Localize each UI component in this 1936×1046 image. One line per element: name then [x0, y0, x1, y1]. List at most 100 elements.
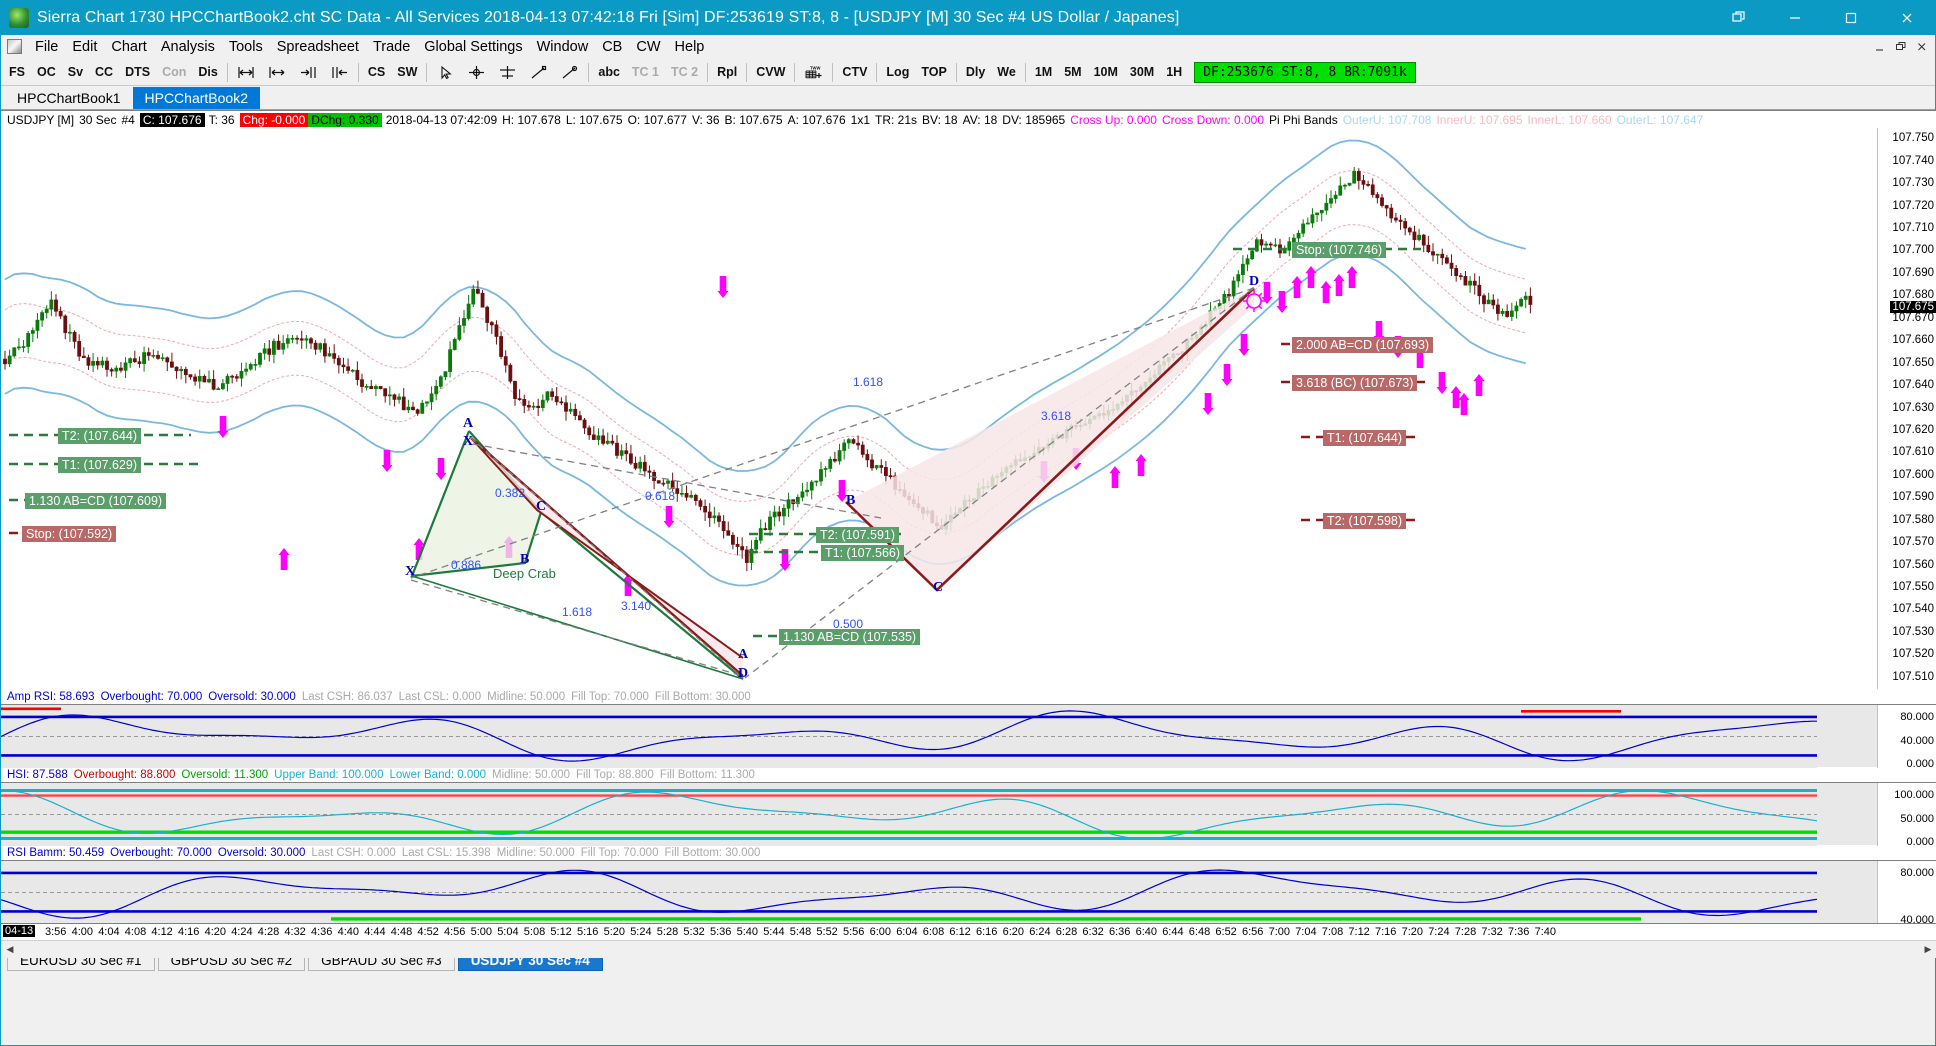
toolbar-we-button[interactable]: We — [992, 60, 1021, 84]
icon-tww-grid-button[interactable]: TWW — [799, 60, 829, 84]
toolbar-dts-button[interactable]: DTS — [120, 60, 156, 84]
icon-crosshair-button[interactable] — [462, 60, 492, 84]
menu-item-trade[interactable]: Trade — [366, 37, 417, 57]
toolbar-10m-button[interactable]: 10M — [1088, 60, 1123, 84]
toolbar-top-button[interactable]: TOP — [916, 60, 952, 84]
fib-ratio-label: 1.618 — [562, 605, 593, 619]
menu-item-edit[interactable]: Edit — [65, 37, 104, 57]
mdi-minimize-button[interactable] — [1870, 38, 1889, 55]
toolbar-ctv-button[interactable]: CTV — [837, 60, 873, 84]
study-header-rsi-bamm: RSI Bamm: 50.459 Overbought: 70.000 Overso… — [1, 845, 1936, 860]
pattern-level-label[interactable]: Stop: (107.746) — [1292, 242, 1387, 258]
pattern-level-label[interactable]: T1: (107.644) — [1323, 430, 1407, 446]
study-field: Fill Bottom: 30.000 — [654, 690, 751, 703]
menu-item-cb[interactable]: CB — [595, 37, 629, 57]
study-field: Last CSH: 0.000 — [311, 846, 396, 859]
study-body-amp-rsi[interactable]: 80.000 40.000 0.000 — [1, 704, 1936, 770]
price-tick: 107.750 — [1892, 132, 1934, 145]
dl-ask: A: 107.676 — [787, 112, 846, 127]
chartbook-tab-hpcchartbook2[interactable]: HPCChartBook2 — [132, 87, 260, 109]
toolbar-sw-button[interactable]: SW — [392, 60, 423, 84]
menu-item-cw[interactable]: CW — [629, 37, 667, 57]
price-scale[interactable]: 107.750 107.740 107.730 107.720 107.710 107.7… — [1877, 128, 1936, 689]
menu-item-spreadsheet[interactable]: Spreadsheet — [270, 37, 366, 57]
close-button[interactable] — [1879, 1, 1935, 35]
toolbar-1h-button[interactable]: 1H — [1161, 60, 1188, 84]
horizontal-scrollbar[interactable]: ◀ ▶ — [1, 940, 1936, 958]
study-pane-amp-rsi[interactable]: Amp RSI: 58.693 Overbought: 70.000 Oversol… — [1, 689, 1936, 770]
menu-item-global-settings[interactable]: Global Settings — [417, 37, 529, 57]
pattern-level-label[interactable]: 3.618 (BC) (107.673) — [1292, 375, 1418, 391]
toolbar-oc-button[interactable]: OC — [31, 60, 61, 84]
toolbar-cs-button[interactable]: CS — [362, 60, 391, 84]
icon-bar-double-button[interactable] — [262, 60, 292, 84]
toolbar-log-button[interactable]: Log — [881, 60, 915, 84]
toolbar-rpl-button[interactable]: Rpl — [712, 60, 743, 84]
pattern-level-label[interactable]: Stop: (107.592) — [22, 526, 117, 542]
price-tick: 107.670 — [1892, 311, 1934, 324]
icon-pointer-button[interactable] — [431, 60, 461, 84]
menu-item-window[interactable]: Window — [530, 37, 596, 57]
mdi-close-button[interactable] — [1912, 38, 1931, 55]
price-tick: 107.580 — [1892, 513, 1934, 526]
minimize-button[interactable] — [1767, 1, 1823, 35]
icon-crosshair-t-button[interactable] — [493, 60, 523, 84]
toolbar-5m-button[interactable]: 5M — [1059, 60, 1087, 84]
toolbar-abc-button[interactable]: abc — [593, 60, 625, 84]
pattern-level-label[interactable]: T2: (107.644) — [58, 428, 142, 444]
toolbar-30m-button[interactable]: 30M — [1124, 60, 1160, 84]
price-pane[interactable]: T2: (107.644) T1: (107.629) 1.130 AB=CD (1… — [1, 128, 1936, 689]
time-tick: 6:44 — [1162, 926, 1184, 938]
toolbar-separator — [832, 62, 834, 82]
menu-item-file[interactable]: File — [28, 37, 65, 57]
time-axis[interactable]: 04-13 3:56 4:00 4:04 4:08 4:12 4:16 4:20 4:24 4:2… — [1, 923, 1936, 940]
scroll-left-icon[interactable]: ◀ — [1, 941, 19, 958]
icon-shrink-left-button[interactable] — [324, 60, 354, 84]
scroll-right-icon[interactable]: ▶ — [1919, 941, 1936, 958]
study-body-rsi-bamm[interactable]: 80.000 40.000 — [1, 860, 1936, 926]
menu-item-help[interactable]: Help — [668, 37, 712, 57]
pattern-level-label[interactable]: T2: (107.591) — [816, 527, 900, 543]
toolbar-tc-1-button[interactable]: TC 1 — [626, 60, 665, 84]
restore-icon[interactable] — [1711, 1, 1767, 35]
toolbar-cc-button[interactable]: CC — [90, 60, 119, 84]
toolbar-cvw-button[interactable]: CVW — [751, 60, 791, 84]
time-tick: 5:40 — [736, 926, 759, 938]
pattern-level-label[interactable]: 1.130 AB=CD (107.535) — [779, 629, 921, 645]
toolbar-dis-button[interactable]: Dis — [193, 60, 223, 84]
time-tick: 5:52 — [816, 926, 838, 938]
toolbar-fs-button[interactable]: FS — [4, 60, 30, 84]
icon-line-tool-button[interactable] — [524, 60, 554, 84]
dl-chartnum: #4 — [121, 112, 135, 127]
maximize-button[interactable] — [1823, 1, 1879, 35]
chartbook-tab-bar: HPCChartBook1 HPCChartBook2 — [1, 86, 1935, 110]
menu-item-analysis[interactable]: Analysis — [154, 37, 222, 57]
icon-bar-single-button[interactable] — [231, 60, 261, 84]
menu-item-tools[interactable]: Tools — [222, 37, 270, 57]
scroll-track[interactable] — [19, 942, 1919, 957]
time-tick: 5:48 — [789, 926, 812, 938]
toolbar-1m-button[interactable]: 1M — [1029, 60, 1058, 84]
toolbar-sv-button[interactable]: Sv — [62, 60, 89, 84]
pattern-level-label[interactable]: 2.000 AB=CD (107.693) — [1292, 337, 1434, 353]
svg-text:TWW: TWW — [810, 65, 821, 70]
pattern-level-label[interactable]: T1: (107.566) — [821, 545, 905, 561]
price-tick: 107.640 — [1892, 379, 1934, 392]
toolbar-tc-2-button[interactable]: TC 2 — [666, 60, 704, 84]
dl-interval: 30 Sec — [79, 112, 117, 127]
pattern-level-label[interactable]: T1: (107.629) — [58, 457, 142, 473]
system-menu-icon[interactable] — [7, 39, 22, 54]
chartbook-tab-hpcchartbook1[interactable]: HPCChartBook1 — [5, 87, 133, 109]
icon-ray-tool-button[interactable] — [555, 60, 585, 84]
pattern-level-label[interactable]: 1.130 AB=CD (107.609) — [25, 493, 167, 509]
study-body-hsi[interactable]: 100.000 50.000 0.000 — [1, 782, 1936, 848]
time-tick: 5:08 — [523, 926, 546, 938]
toolbar-con-button[interactable]: Con — [157, 60, 192, 84]
study-pane-hsi[interactable]: HSI: 87.588 Overbought: 88.800 Oversold: 1… — [1, 767, 1936, 848]
menu-item-chart[interactable]: Chart — [104, 37, 153, 57]
icon-shrink-right-button[interactable] — [293, 60, 323, 84]
toolbar-dly-button[interactable]: Dly — [960, 60, 991, 84]
mdi-restore-button[interactable] — [1891, 38, 1910, 55]
pattern-level-label[interactable]: T2: (107.598) — [1323, 513, 1407, 529]
study-pane-rsi-bamm[interactable]: RSI Bamm: 50.459 Overbought: 70.000 Overso… — [1, 845, 1936, 926]
